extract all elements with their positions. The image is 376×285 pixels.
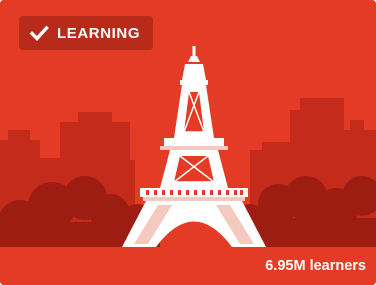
card-footer: 6.95M learners [0, 247, 376, 285]
course-card[interactable]: LEARNING 6.95M learners [0, 0, 376, 285]
check-icon [29, 23, 49, 43]
status-badge: LEARNING [19, 16, 154, 50]
status-label: LEARNING [57, 24, 141, 42]
learners-count: 6.95M learners [265, 258, 366, 274]
